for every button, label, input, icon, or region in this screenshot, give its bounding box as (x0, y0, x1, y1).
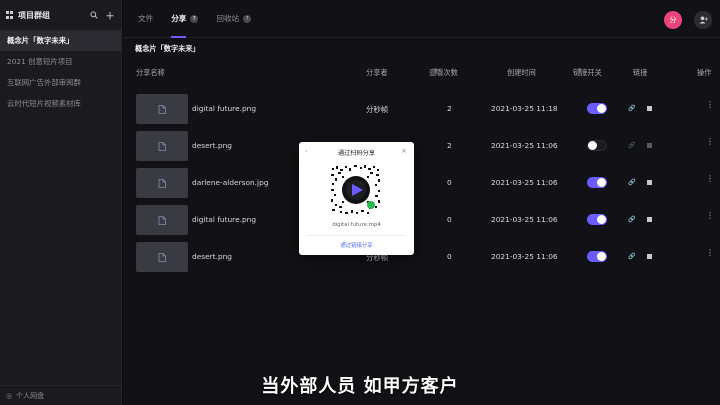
col-sharer: 分享者 (366, 68, 388, 77)
breadcrumb: 概念片「数字未来」 (135, 44, 200, 53)
col-link: 链接 (633, 68, 648, 77)
file-thumbnail[interactable] (136, 131, 188, 161)
link-icon[interactable]: 🔗 (628, 179, 635, 186)
dialog-title: 通过扫码分享 (337, 149, 376, 157)
link-icon[interactable]: 🔗 (628, 142, 635, 149)
view-count: 0 (447, 252, 452, 261)
more-icon[interactable]: ⋮ (706, 212, 714, 220)
top-right-actions: 分 (664, 11, 712, 29)
divider (307, 235, 406, 236)
tab-recycle-label: 回收站 (216, 14, 240, 23)
view-count: 2 (447, 141, 452, 150)
created-time: 2021-03-25 11:06 (491, 252, 558, 261)
dialog-file-name: digital future.mp4 (332, 222, 381, 228)
table-header: 分享名称 分享者 查看次数? 创建时间 链接开关? 链接 操作 (123, 68, 720, 78)
table-row[interactable]: desert.png 分秒帧 0 2021-03-25 11:06 🔗 ⋮ (123, 242, 720, 272)
sidebar-item-2021-project[interactable]: 2021 创意短片项目 (0, 51, 121, 72)
file-name[interactable]: digital future.png (192, 104, 256, 113)
qr-code-icon[interactable] (647, 143, 652, 148)
table-row[interactable]: digital future.png 0 2021-03-25 11:06 🔗 … (123, 205, 720, 235)
close-icon[interactable]: × (401, 147, 407, 155)
link-toggle[interactable] (587, 177, 607, 188)
tab-files-label: 文件 (138, 14, 154, 23)
dialog-header: ‹ 通过扫码分享 × (299, 142, 414, 162)
grid-icon (6, 11, 14, 19)
help-icon[interactable]: ? (576, 68, 583, 75)
link-toggle[interactable] (587, 214, 607, 225)
table-row[interactable]: darlene-alderson.jpg 0 2021-03-25 11:06 … (123, 168, 720, 198)
search-icon[interactable] (89, 10, 99, 20)
file-thumbnail[interactable] (136, 242, 188, 272)
tab-files[interactable]: 文件 (138, 0, 153, 38)
sidebar-item-ad-review[interactable]: 互联网广告外部审阅群 (0, 72, 121, 93)
created-time: 2021-03-25 11:06 (491, 141, 558, 150)
sidebar-header: 项目群组 ＋ (0, 0, 121, 30)
file-icon (158, 141, 166, 151)
help-icon[interactable]: ? (190, 14, 199, 23)
file-name[interactable]: digital future.png (192, 215, 256, 224)
tab-bar: 文件 分享? 回收站? 分 (123, 0, 720, 38)
more-icon[interactable]: ⋮ (706, 175, 714, 183)
table-row[interactable]: desert.png 2 2021-03-25 11:06 🔗 ⋮ (123, 131, 720, 161)
help-icon[interactable]: ? (243, 14, 252, 23)
avatar[interactable]: 分 (664, 11, 682, 29)
link-icon[interactable]: 🔗 (628, 216, 635, 223)
qr-code-icon[interactable] (647, 217, 652, 222)
created-time: 2021-03-25 11:06 (491, 215, 558, 224)
file-name[interactable]: desert.png (192, 141, 232, 150)
tab-share[interactable]: 分享? (171, 0, 199, 38)
qr-code-image (330, 164, 382, 216)
file-thumbnail[interactable] (136, 168, 188, 198)
file-icon (158, 104, 166, 114)
qr-code-icon[interactable] (647, 180, 652, 185)
back-icon[interactable]: ‹ (305, 148, 307, 155)
link-toggle[interactable] (587, 140, 607, 151)
tab-recycle[interactable]: 回收站? (216, 0, 252, 38)
sidebar-title: 项目群组 (18, 10, 50, 20)
add-icon[interactable]: ＋ (105, 10, 115, 22)
created-time: 2021-03-25 11:18 (491, 104, 558, 113)
share-via-link-button[interactable]: 通过链接分享 (299, 241, 414, 249)
sidebar: 项目群组 ＋ 概念片「数字未来」 2021 创意短片项目 互联网广告外部审阅群 … (0, 0, 122, 405)
view-count: 0 (447, 215, 452, 224)
qr-code-icon[interactable] (647, 254, 652, 259)
view-count: 2 (447, 104, 452, 113)
table-row[interactable]: digital future.png 分秒帧 2 2021-03-25 11:1… (123, 94, 720, 124)
col-created: 创建时间 (507, 68, 536, 77)
video-caption: 当外部人员 如甲方客户 (261, 376, 459, 397)
file-name[interactable]: darlene-alderson.jpg (192, 178, 268, 187)
created-time: 2021-03-25 11:06 (491, 178, 558, 187)
main-panel: 文件 分享? 回收站? 分 概念片「数字未来」 分享名称 分享者 查看次数? 创… (123, 0, 720, 405)
help-icon[interactable]: ? (432, 68, 439, 75)
link-toggle[interactable] (587, 251, 607, 262)
col-actions: 操作 (697, 68, 712, 77)
more-icon[interactable]: ⋮ (706, 138, 714, 146)
more-icon[interactable]: ⋮ (706, 101, 714, 109)
file-thumbnail[interactable] (136, 94, 188, 124)
view-count: 0 (447, 178, 452, 187)
col-name: 分享名称 (136, 68, 165, 77)
link-icon[interactable]: 🔗 (628, 105, 635, 112)
file-thumbnail[interactable] (136, 205, 188, 235)
sidebar-item-concept-film[interactable]: 概念片「数字未来」 (0, 30, 121, 51)
tab-share-label: 分享 (171, 14, 187, 23)
more-icon[interactable]: ⋮ (706, 249, 714, 257)
file-icon (158, 252, 166, 262)
sidebar-item-cloud-library[interactable]: 云时代短片视频素材库 (0, 93, 121, 114)
link-icon[interactable]: 🔗 (628, 253, 635, 260)
add-member-icon[interactable] (694, 11, 712, 29)
link-toggle[interactable] (587, 103, 607, 114)
sharer-name: 分秒帧 (366, 105, 389, 114)
file-icon (158, 215, 166, 225)
qr-code-icon[interactable] (647, 106, 652, 111)
file-name[interactable]: desert.png (192, 252, 232, 261)
share-qr-dialog: ‹ 通过扫码分享 × digital future.mp4 通过链接分享 (299, 142, 414, 255)
file-icon (158, 178, 166, 188)
